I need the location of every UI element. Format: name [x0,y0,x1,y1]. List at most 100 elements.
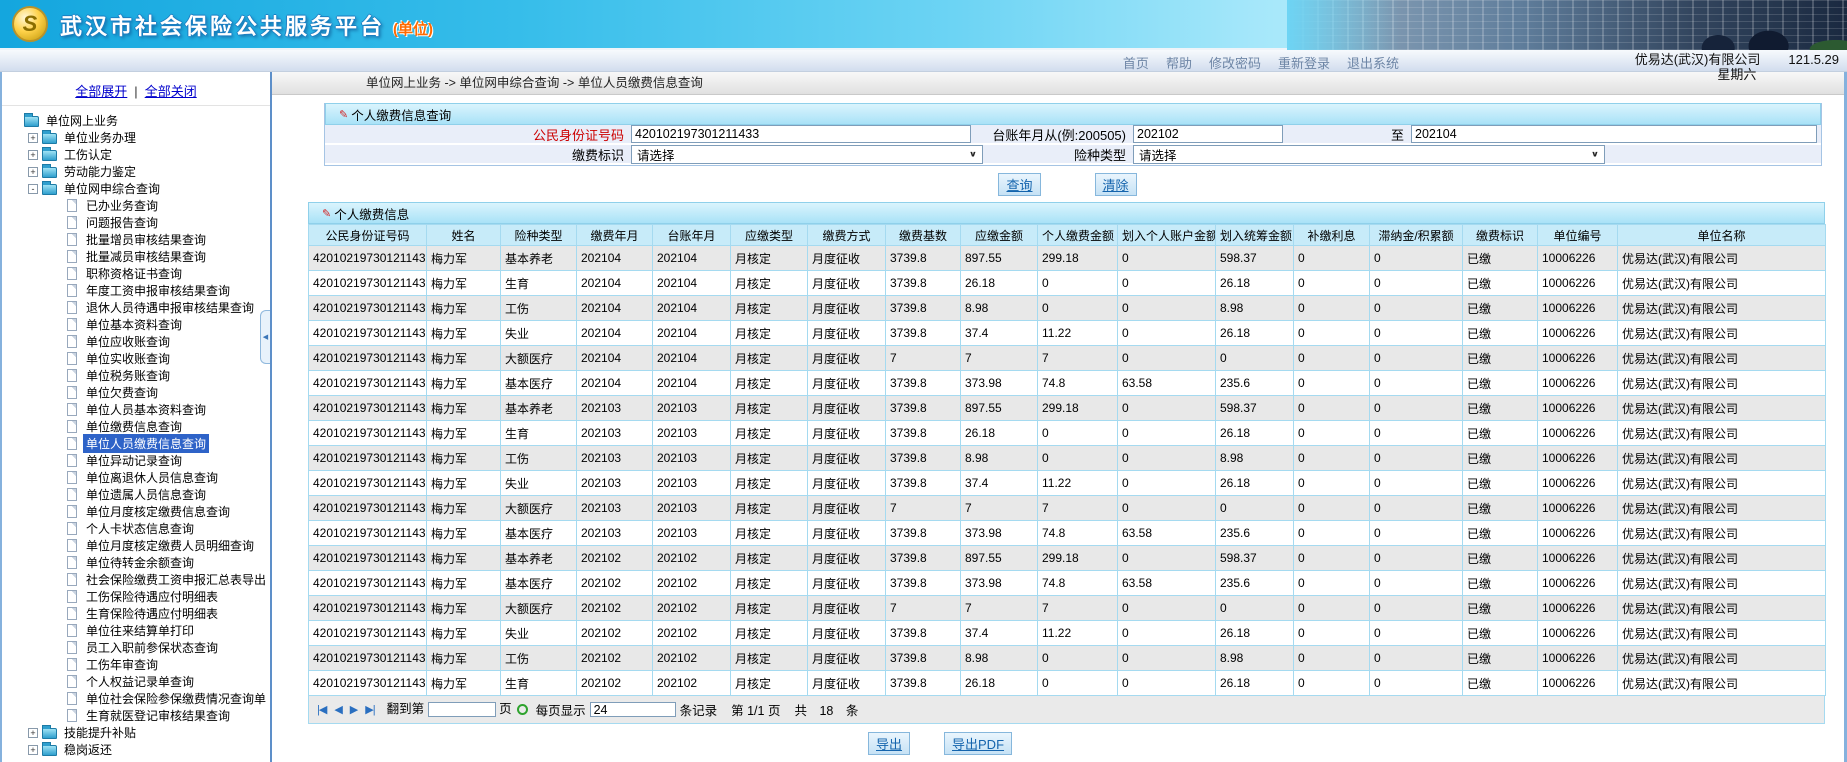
table-row[interactable]: 420102197301211433 梅力军 失业 202102 202102 … [309,621,1826,646]
table-row[interactable]: 420102197301211433 梅力军 失业 202103 202103 … [309,471,1826,496]
goto-page-input[interactable] [428,702,496,717]
tree-item[interactable]: + 技能提升补贴 [2,724,270,741]
tree-item[interactable]: 员工入职前参保状态查询 [2,639,270,656]
refresh-icon[interactable] [517,704,528,715]
tree-item[interactable]: 工伤年审查询 [2,656,270,673]
table-row[interactable]: 420102197301211433 梅力军 大额医疗 202104 20210… [309,346,1826,371]
tree-item[interactable]: 已办业务查询 [2,197,270,214]
tree-item[interactable]: 职称资格证书查询 [2,265,270,282]
cell-unit-name: 优易达(武汉)有限公司 [1618,546,1826,571]
tree-item[interactable]: 退休人员待遇申报审核结果查询 [2,299,270,316]
tree-item[interactable]: - 单位网申综合查询 [2,180,270,197]
tree-item[interactable]: 生育保险待遇应付明细表 [2,605,270,622]
tree-item[interactable]: 单位人员基本资料查询 [2,401,270,418]
tree-item[interactable]: 单位实收账查询 [2,350,270,367]
tree-item[interactable]: 批量增员审核结果查询 [2,231,270,248]
tree-item[interactable]: 社会保险缴费工资申报汇总表导出 [2,571,270,588]
tree-item[interactable]: 批量减员审核结果查询 [2,248,270,265]
tree-item[interactable]: 个人卡状态信息查询 [2,520,270,537]
tree-expander-icon[interactable]: + [28,167,38,177]
tree-expander-icon[interactable]: + [28,728,38,738]
table-row[interactable]: 420102197301211433 梅力军 工伤 202103 202103 … [309,446,1826,471]
topnav-link[interactable]: 退出系统 [1347,53,1399,72]
table-row[interactable]: 420102197301211433 梅力军 生育 202102 202102 … [309,671,1826,696]
tree-expander-icon[interactable]: + [28,150,38,160]
table-row[interactable]: 420102197301211433 梅力军 基本养老 202104 20210… [309,246,1826,271]
tree-expander-icon[interactable]: + [28,745,38,755]
table-row[interactable]: 420102197301211433 梅力军 工伤 202104 202104 … [309,296,1826,321]
tree-node-icon [67,318,77,331]
cell-pay-month: 202103 [577,421,653,446]
tree-node-icon [42,745,57,756]
table-row[interactable]: 420102197301211433 梅力军 生育 202103 202103 … [309,421,1826,446]
next-page-button[interactable]: ▶ [350,703,357,716]
tree-item[interactable]: 单位税务账查询 [2,367,270,384]
tree-item[interactable]: + 稳岗返还 [2,741,270,758]
table-row[interactable]: 420102197301211433 梅力军 基本医疗 202102 20210… [309,571,1826,596]
tree-node-icon [67,607,77,620]
ledger-to-input[interactable] [1411,125,1817,143]
cell-due-type: 月核定 [731,346,808,371]
tree-item[interactable]: 单位月度核定缴费人员明细查询 [2,537,270,554]
table-row[interactable]: 420102197301211433 梅力军 基本养老 202103 20210… [309,396,1826,421]
table-row[interactable]: 420102197301211433 梅力军 基本医疗 202104 20210… [309,371,1826,396]
table-row[interactable]: 420102197301211433 梅力军 大额医疗 202103 20210… [309,496,1826,521]
cell-personal-amount: 74.8 [1038,521,1118,546]
sidebar-collapse-handle[interactable]: ◀ [260,310,270,364]
topnav-link[interactable]: 帮助 [1166,53,1192,72]
tree-item[interactable]: 个人权益记录单查询 [2,673,270,690]
pay-flag-select[interactable]: 请选择 ∨ [631,145,983,164]
table-row[interactable]: 420102197301211433 梅力军 工伤 202102 202102 … [309,646,1826,671]
tree-item[interactable]: 单位欠费查询 [2,384,270,401]
tree-item[interactable]: 单位缴费信息查询 [2,418,270,435]
cell-unit-name: 优易达(武汉)有限公司 [1618,371,1826,396]
first-page-button[interactable]: |◀ [317,703,326,716]
tree-item[interactable]: 单位待转金余额查询 [2,554,270,571]
table-row[interactable]: 420102197301211433 梅力军 基本养老 202102 20210… [309,546,1826,571]
per-page-input[interactable] [590,702,676,717]
cell-due-amount: 897.55 [961,396,1038,421]
tree-item[interactable]: 单位社会保险参保缴费情况查询单 [2,690,270,707]
tree-item[interactable]: 年度工资申报审核结果查询 [2,282,270,299]
tree-item[interactable]: 单位离退休人员信息查询 [2,469,270,486]
tree-item[interactable]: 单位应收账查询 [2,333,270,350]
table-row[interactable]: 420102197301211433 梅力军 基本医疗 202103 20210… [309,521,1826,546]
tree-item[interactable]: 单位月度核定缴费信息查询 [2,503,270,520]
id-number-input[interactable] [631,125,971,143]
table-row[interactable]: 420102197301211433 梅力军 失业 202104 202104 … [309,321,1826,346]
ledger-from-input[interactable] [1133,125,1283,143]
tree-item[interactable]: 单位人员缴费信息查询 [2,435,270,452]
tree-item[interactable]: 问题报告查询 [2,214,270,231]
tree-expander-icon[interactable]: - [28,184,38,194]
query-button[interactable]: 查询 [998,173,1040,196]
topnav-link[interactable]: 重新登录 [1278,53,1330,72]
export-button[interactable]: 导出 [868,732,910,755]
cell-pay-flag: 已缴 [1463,521,1538,546]
expand-all-link[interactable]: 全部展开 [75,84,127,99]
tree-item[interactable]: + 工伤认定 [2,146,270,163]
topnav-link[interactable]: 首页 [1123,53,1149,72]
tree-item[interactable]: 单位基本资料查询 [2,316,270,333]
tree-item[interactable]: 单位网上业务 [2,112,270,129]
tree-item[interactable]: 单位往来结算单打印 [2,622,270,639]
tree-item[interactable]: + 劳动能力鉴定 [2,163,270,180]
tree-item[interactable]: + 单位业务办理 [2,129,270,146]
tree-item[interactable]: 生育就医登记审核结果查询 [2,707,270,724]
last-page-button[interactable]: ▶| [365,703,374,716]
tree-item[interactable]: 单位异动记录查询 [2,452,270,469]
ins-type-select[interactable]: 请选择 ∨ [1133,145,1605,164]
topnav-link[interactable]: 修改密码 [1209,53,1261,72]
cell-pay-mode: 月度征收 [808,371,886,396]
tree-node-icon [67,216,77,229]
cell-due-type: 月核定 [731,621,808,646]
tree-item[interactable]: 工伤保险待遇应付明细表 [2,588,270,605]
table-row[interactable]: 420102197301211433 梅力军 生育 202104 202104 … [309,271,1826,296]
tree-expander-icon[interactable]: + [28,133,38,143]
prev-page-button[interactable]: ◀ [334,703,341,716]
clear-button[interactable]: 清除 [1095,173,1137,196]
collapse-all-link[interactable]: 全部关闭 [145,84,197,99]
tree-item[interactable]: 单位遗属人员信息查询 [2,486,270,503]
tree-item-label[interactable]: 稳岗返还 [61,740,115,759]
table-row[interactable]: 420102197301211433 梅力军 大额医疗 202102 20210… [309,596,1826,621]
export-pdf-button[interactable]: 导出PDF [944,732,1012,755]
